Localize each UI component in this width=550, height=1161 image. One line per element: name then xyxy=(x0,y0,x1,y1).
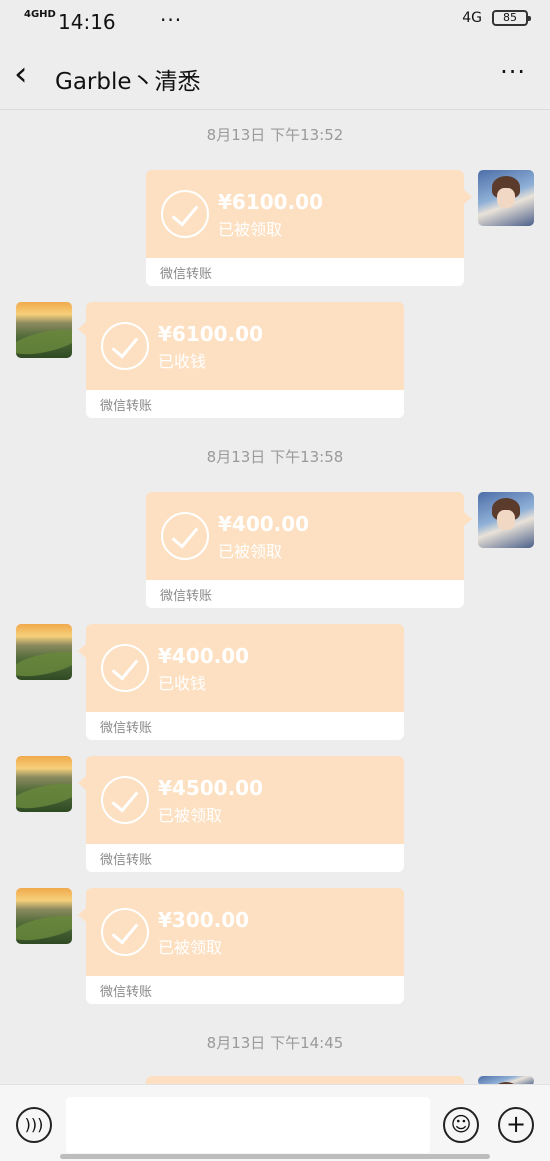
avatar-contact[interactable] xyxy=(16,624,72,680)
avatar-contact[interactable] xyxy=(16,888,72,944)
transfer-card-body: ¥300.00 已被领取 xyxy=(86,888,404,976)
chat-header: ‹ Garble丶清悉 ··· xyxy=(0,44,550,110)
battery-icon: 85 xyxy=(492,10,531,26)
transfer-card-body: ¥6100.00 已收钱 xyxy=(86,302,404,390)
transfer-amount: ¥400.00 xyxy=(218,512,310,536)
voice-icon[interactable]: ))) xyxy=(16,1107,52,1143)
transfer-card-footer: 微信转账 xyxy=(86,844,404,872)
transfer-label: 微信转账 xyxy=(100,985,153,1000)
chevron-left-icon[interactable]: ‹ xyxy=(14,54,28,94)
status-right: 4G 85 xyxy=(462,10,531,26)
check-circle-icon xyxy=(101,322,149,370)
transfer-amount: ¥6100.00 xyxy=(218,190,324,214)
transfer-card[interactable]: ¥6100.00 已被领取 微信转账 xyxy=(146,170,472,286)
check-circle-icon xyxy=(161,190,209,238)
network-indicator: 4G xyxy=(462,10,482,26)
transfer-amount: ¥4500.00 xyxy=(158,776,264,800)
transfer-card-footer: 微信转账 xyxy=(86,390,404,418)
transfer-amount: ¥6100.00 xyxy=(158,322,264,346)
avatar-contact[interactable] xyxy=(16,302,72,358)
transfer-card-footer: 微信转账 xyxy=(86,712,404,740)
avatar-me[interactable] xyxy=(478,492,534,548)
transfer-label: 微信转账 xyxy=(100,721,153,736)
transfer-card-footer: 微信转账 xyxy=(146,258,464,286)
transfer-card[interactable]: ¥300.00 已被领取 微信转账 xyxy=(78,888,404,1004)
input-bar: ))) ☺ + xyxy=(0,1084,550,1161)
transfer-card-body: ¥400.00 已被领取 xyxy=(146,492,464,580)
transfer-status: 已收钱 xyxy=(158,352,207,371)
timestamp: 8月13日 下午14:45 xyxy=(206,1034,344,1052)
transfer-status: 已被领取 xyxy=(218,542,283,561)
transfer-status: 已被领取 xyxy=(218,220,283,239)
transfer-label: 微信转账 xyxy=(100,853,153,868)
transfer-card-body: ¥4500.00 已被领取 xyxy=(86,756,404,844)
transfer-status: 已被领取 xyxy=(158,806,223,825)
transfer-amount: ¥300.00 xyxy=(158,908,250,932)
more-icon[interactable]: ··· xyxy=(500,58,526,86)
transfer-status: 已收钱 xyxy=(158,674,207,693)
transfer-card-body: ¥400.00 已收钱 xyxy=(86,624,404,712)
status-bar: 4GHD 14:16 ··· 4G 85 xyxy=(0,0,550,44)
transfer-amount: ¥400.00 xyxy=(158,644,250,668)
transfer-label: 微信转账 xyxy=(160,589,213,604)
notification-dots: ··· xyxy=(160,8,183,32)
transfer-label: 微信转账 xyxy=(100,399,153,414)
emoji-icon[interactable]: ☺ xyxy=(443,1107,479,1143)
clock: 14:16 xyxy=(58,10,116,34)
chat-title: Garble丶清悉 xyxy=(55,69,201,95)
transfer-card[interactable]: ¥4500.00 已被领取 微信转账 xyxy=(78,756,404,872)
message-input[interactable] xyxy=(66,1097,430,1153)
timestamp: 8月13日 下午13:58 xyxy=(206,448,344,466)
transfer-label: 微信转账 xyxy=(160,267,213,282)
transfer-status: 已被领取 xyxy=(158,938,223,957)
signal-indicator: 4GHD xyxy=(24,9,56,20)
check-circle-icon xyxy=(101,644,149,692)
transfer-card[interactable]: ¥6100.00 已收钱 微信转账 xyxy=(78,302,404,418)
transfer-card-footer: 微信转账 xyxy=(146,580,464,608)
check-circle-icon xyxy=(101,776,149,824)
transfer-card[interactable]: ¥400.00 已被领取 微信转账 xyxy=(146,492,472,608)
plus-icon[interactable]: + xyxy=(498,1107,534,1143)
home-indicator xyxy=(60,1154,490,1159)
check-circle-icon xyxy=(101,908,149,956)
avatar-me[interactable] xyxy=(478,170,534,226)
timestamp: 8月13日 下午13:52 xyxy=(206,126,344,144)
transfer-card[interactable]: ¥400.00 已收钱 微信转账 xyxy=(78,624,404,740)
transfer-card-body: ¥6100.00 已被领取 xyxy=(146,170,464,258)
check-circle-icon xyxy=(161,512,209,560)
transfer-card-footer: 微信转账 xyxy=(86,976,404,1004)
avatar-contact[interactable] xyxy=(16,756,72,812)
